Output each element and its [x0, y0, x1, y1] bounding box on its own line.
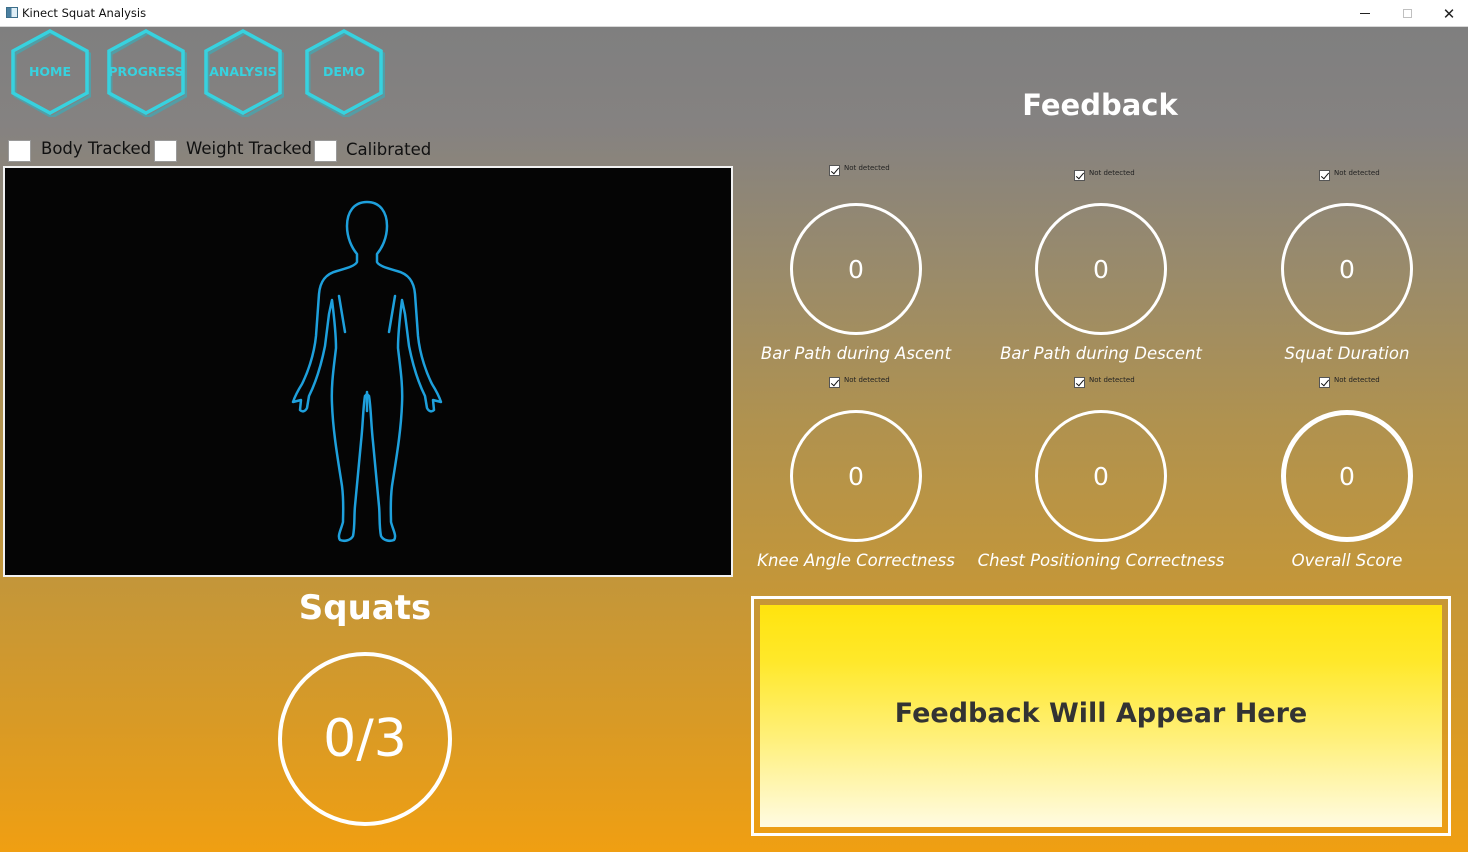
metric-ring-knee-angle: 0 — [790, 410, 922, 542]
nav-analysis-label: ANALYSIS — [209, 63, 277, 79]
body-camera-view — [3, 166, 733, 577]
metric-status: Not detected — [1319, 168, 1380, 181]
app-icon — [6, 7, 18, 18]
calibrated-label: Calibrated — [346, 140, 432, 159]
nav-demo-button[interactable]: DEMO — [305, 29, 385, 117]
not-detected-checkbox[interactable] — [1074, 377, 1085, 388]
title-bar: Kinect Squat Analysis ✕ — [0, 0, 1468, 27]
metric-ring-bar-path-ascent: 0 — [790, 203, 922, 335]
metric-value: 0 — [848, 461, 864, 491]
minimize-icon — [1360, 13, 1370, 14]
not-detected-checkbox[interactable] — [1074, 170, 1085, 181]
nav-home-label: HOME — [28, 63, 72, 79]
feedback-title: Feedback — [1022, 88, 1178, 122]
weight-tracked-label: Weight Tracked — [186, 139, 312, 158]
squat-counter-ring: 0/3 — [278, 652, 452, 826]
body-tracked-label: Body Tracked — [41, 139, 152, 158]
not-detected-label: Not detected — [1334, 168, 1380, 177]
body-tracked-checkbox[interactable] — [8, 140, 31, 162]
maximize-icon — [1402, 9, 1412, 18]
not-detected-checkbox[interactable] — [1319, 377, 1330, 388]
metric-label-bar-path-ascent: Bar Path during Ascent — [760, 344, 952, 363]
calibrated-checkbox[interactable] — [314, 140, 337, 162]
feedback-message: Feedback Will Appear Here — [894, 698, 1308, 729]
metric-value: 0 — [1093, 254, 1109, 284]
human-body-outline-icon — [291, 200, 443, 543]
close-button[interactable]: ✕ — [1428, 0, 1468, 27]
not-detected-label: Not detected — [844, 163, 890, 172]
metric-value: 0 — [848, 254, 864, 284]
not-detected-checkbox[interactable] — [829, 377, 840, 388]
feedback-message-panel: Feedback Will Appear Here — [751, 596, 1451, 836]
metric-label-bar-path-descent: Bar Path during Descent — [1000, 344, 1202, 363]
not-detected-label: Not detected — [1334, 375, 1380, 384]
metric-ring-overall-score: 0 — [1281, 410, 1413, 542]
metric-status: Not detected — [829, 163, 890, 176]
close-icon: ✕ — [1442, 4, 1456, 23]
metric-label-knee-angle: Knee Angle Correctness — [757, 551, 955, 570]
nav-analysis-button[interactable]: ANALYSIS — [204, 29, 284, 117]
weight-tracked-checkbox[interactable] — [154, 140, 177, 162]
metric-ring-squat-duration: 0 — [1281, 203, 1413, 335]
not-detected-checkbox[interactable] — [829, 165, 840, 176]
maximize-button[interactable] — [1386, 0, 1428, 27]
not-detected-checkbox[interactable] — [1319, 170, 1330, 181]
metric-status: Not detected — [1074, 375, 1135, 388]
metric-ring-chest-positioning: 0 — [1035, 410, 1167, 542]
not-detected-label: Not detected — [1089, 168, 1135, 177]
nav-progress-button[interactable]: PROGRESS — [107, 29, 187, 117]
nav-home-button[interactable]: HOME — [11, 29, 91, 117]
metric-label-squat-duration: Squat Duration — [1284, 344, 1410, 363]
metric-status: Not detected — [1319, 375, 1380, 388]
not-detected-label: Not detected — [844, 375, 890, 384]
metric-value: 0 — [1093, 461, 1109, 491]
metric-ring-bar-path-descent: 0 — [1035, 203, 1167, 335]
metric-label-overall-score: Overall Score — [1291, 551, 1403, 570]
metric-status: Not detected — [1074, 168, 1135, 181]
nav-demo-label: DEMO — [323, 63, 365, 79]
metric-status: Not detected — [829, 375, 890, 388]
window-title: Kinect Squat Analysis — [22, 6, 147, 20]
squats-title: Squats — [298, 588, 432, 628]
minimize-button[interactable] — [1344, 0, 1386, 27]
metric-value: 0 — [1339, 461, 1355, 491]
feedback-message-box: Feedback Will Appear Here — [760, 605, 1442, 827]
squat-count: 0/3 — [323, 709, 407, 769]
metric-label-chest-positioning: Chest Positioning Correctness — [977, 551, 1225, 570]
not-detected-label: Not detected — [1089, 375, 1135, 384]
nav-progress-label: PROGRESS — [108, 63, 184, 79]
metric-value: 0 — [1339, 254, 1355, 284]
